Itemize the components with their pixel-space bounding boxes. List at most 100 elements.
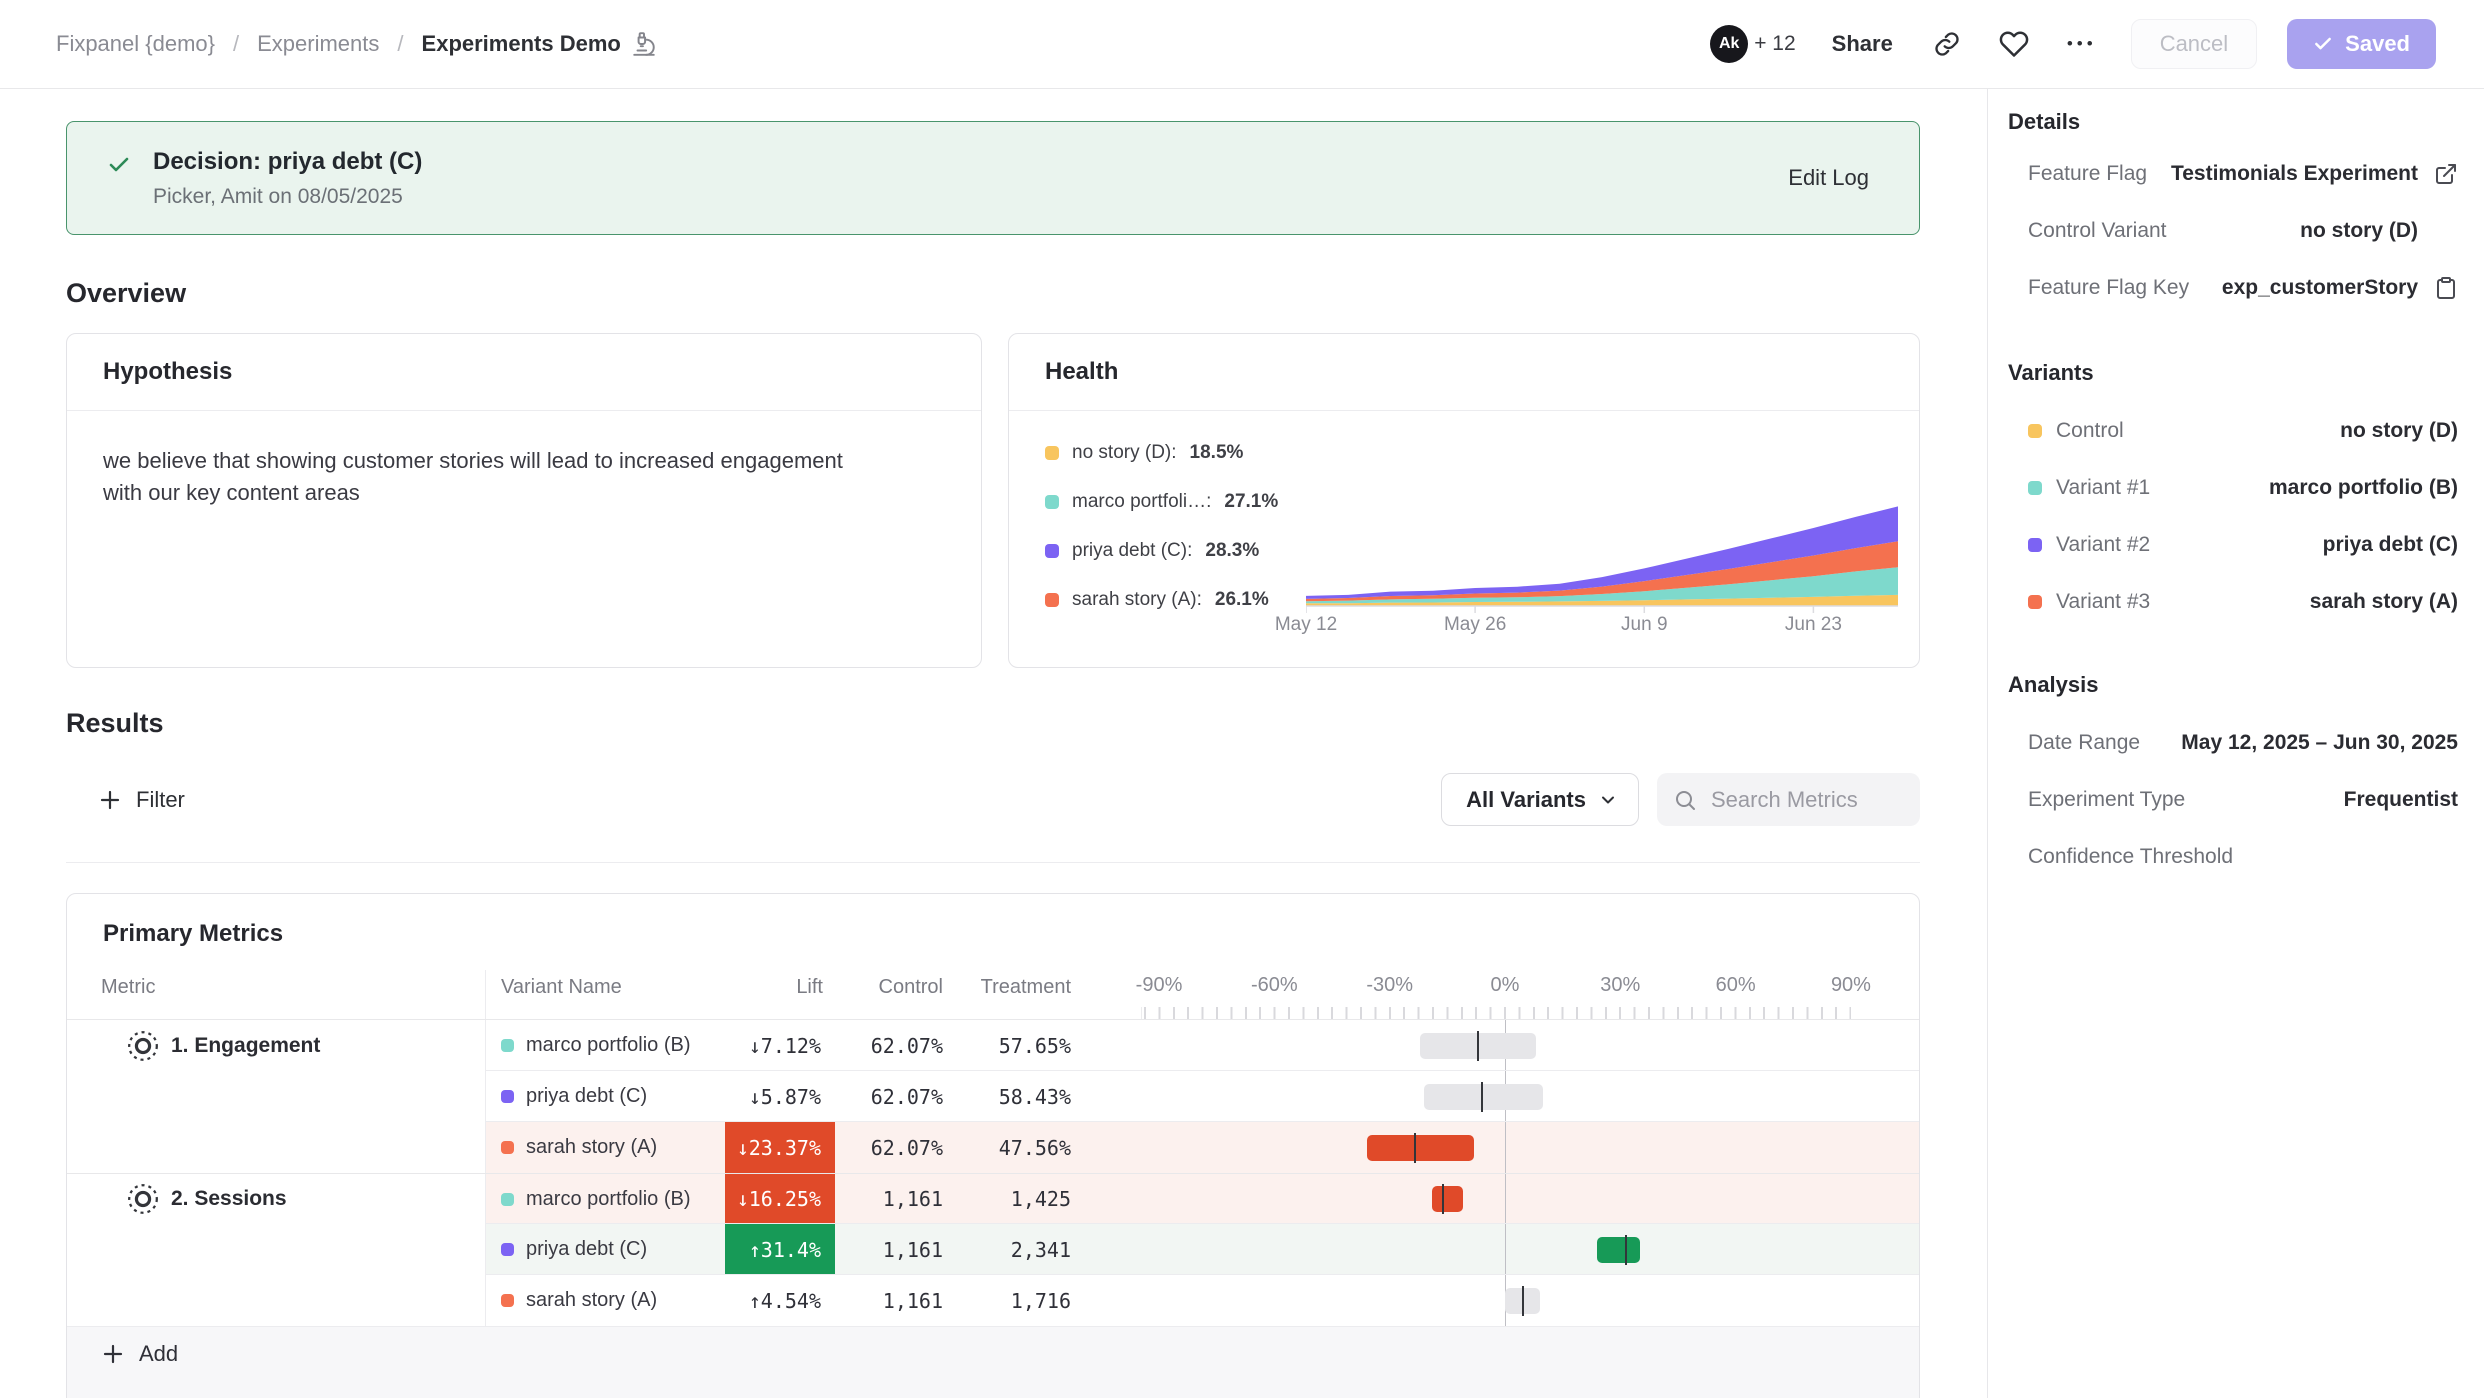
spacer [1083, 1122, 1141, 1173]
results-divider [66, 862, 1920, 863]
metric-table-row[interactable]: 2. Sessionsmarco portfolio (B)↓16.25%1,1… [67, 1173, 1919, 1224]
variant-label: Variant #1 [2028, 476, 2150, 500]
variant-swatch [2028, 595, 2042, 609]
metric-table-row[interactable]: 1. Engagementmarco portfolio (B)↓7.12%62… [67, 1020, 1919, 1071]
ci-mean-marker [1414, 1133, 1416, 1163]
confidence-interval-cell [1141, 1071, 1903, 1122]
ci-range-bar [1432, 1186, 1463, 1212]
ci-axis-label: -90% [1136, 974, 1183, 997]
spacer [1903, 1174, 1919, 1224]
variant-cell: priya debt (C) [485, 1224, 725, 1275]
legend-label: sarah story (A): [1072, 589, 1202, 611]
variant-name: marco portfolio (B) [526, 1034, 691, 1057]
variant-swatch [501, 1294, 514, 1307]
variant-name: sarah story (A) [526, 1289, 657, 1312]
breadcrumb-item-2[interactable]: Experiments [257, 31, 379, 57]
analysis-label: Date Range [2028, 731, 2140, 755]
variant-label: Variant #2 [2028, 533, 2150, 557]
zero-percent-line [1505, 1224, 1506, 1275]
variant-swatch [2028, 424, 2042, 438]
ci-axis-label: 0% [1491, 974, 1520, 997]
metric-cell [67, 1224, 485, 1275]
confidence-interval-cell [1141, 1174, 1903, 1224]
detail-value: no story (D) [2300, 219, 2418, 243]
saved-label: Saved [2345, 31, 2410, 57]
saved-button[interactable]: Saved [2287, 19, 2436, 69]
metric-table-row[interactable]: priya debt (C)↑31.4%1,1612,341 [67, 1224, 1919, 1275]
plus-icon [101, 1342, 125, 1366]
add-metric-strip: Add [67, 1326, 1919, 1398]
variant-swatch [2028, 538, 2042, 552]
details-sidebar: Details Feature FlagTestimonials Experim… [1987, 89, 2484, 1398]
legend-value: 27.1% [1224, 491, 1278, 513]
share-button[interactable]: Share [1826, 30, 1899, 58]
variant-cell: sarah story (A) [485, 1122, 725, 1173]
variant-swatch [501, 1141, 514, 1154]
copy-icon[interactable] [2418, 276, 2458, 300]
metrics-table-body: 1. Engagementmarco portfolio (B)↓7.12%62… [67, 1020, 1919, 1326]
more-options-button[interactable]: ••• [2063, 30, 2101, 58]
spacer [1903, 1020, 1919, 1071]
metric-name: 1. Engagement [171, 1034, 320, 1058]
variant-name: sarah story (A) [526, 1136, 657, 1159]
confidence-interval-cell [1141, 1122, 1903, 1173]
ci-axis: -90%-60%-30%0%30%60%90% [1141, 970, 1903, 1019]
col-variant-name: Variant Name [485, 970, 725, 1019]
search-metrics-input[interactable] [1709, 786, 1904, 814]
search-metrics-box[interactable] [1657, 773, 1920, 826]
cancel-button[interactable]: Cancel [2131, 19, 2257, 69]
ci-mean-marker [1477, 1031, 1479, 1061]
lift-value: ↓23.37% [725, 1122, 835, 1173]
treatment-value: 1,425 [955, 1174, 1083, 1224]
breadcrumb-item-1[interactable]: Fixpanel {demo} [56, 31, 215, 57]
spacer [1903, 1224, 1919, 1275]
primary-metrics-card: Primary Metrics Metric Variant Name Lift… [66, 893, 1920, 1398]
col-metric: Metric [67, 970, 485, 1019]
variant-cell: marco portfolio (B) [485, 1020, 725, 1071]
ci-mean-marker [1442, 1184, 1444, 1214]
detail-label: Feature Flag Key [2028, 276, 2189, 300]
add-filter-button[interactable]: Filter [92, 786, 191, 814]
add-metric-button[interactable]: Add [101, 1341, 178, 1367]
main-content: Decision: priya debt (C) Picker, Amit on… [0, 89, 1987, 1398]
column-divider [485, 1020, 486, 1071]
legend-value: 18.5% [1190, 442, 1244, 464]
favorite-button[interactable] [1995, 25, 2033, 63]
ci-mean-marker [1481, 1082, 1483, 1112]
chevron-down-icon [1598, 790, 1618, 810]
control-value: 1,161 [835, 1224, 955, 1275]
spacer [1083, 1020, 1141, 1071]
metric-table-row[interactable]: sarah story (A)↑4.54%1,1611,716 [67, 1275, 1919, 1326]
health-legend: no story (D): 18.5%marco portfoli…: 27.1… [1045, 442, 1278, 611]
target-icon [125, 1181, 161, 1217]
spacer [1083, 1174, 1141, 1224]
ci-axis-label: -60% [1251, 974, 1298, 997]
ci-range-bar [1597, 1237, 1639, 1263]
decision-title: Decision: priya debt (C) [153, 148, 1788, 176]
external-link-icon[interactable] [2418, 162, 2458, 186]
collaborators[interactable]: Ak + 12 [1710, 25, 1795, 63]
variants-filter-dropdown[interactable]: All Variants [1441, 773, 1639, 826]
metric-table-row[interactable]: sarah story (A)↓23.37%62.07%47.56% [67, 1122, 1919, 1173]
topbar-actions: Ak + 12 Share ••• Cancel Saved [1710, 19, 2436, 69]
legend-swatch [1045, 495, 1059, 509]
col-treatment: Treatment [955, 970, 1083, 1019]
metric-table-row[interactable]: priya debt (C)↓5.87%62.07%58.43% [67, 1071, 1919, 1122]
breadcrumb-separator: / [233, 31, 239, 57]
metric-cell [67, 1122, 485, 1173]
variant-label: Control [2028, 419, 2124, 443]
avatar[interactable]: Ak [1710, 25, 1748, 63]
analysis-label: Confidence Threshold [2028, 845, 2233, 869]
metric-name: 2. Sessions [171, 1187, 287, 1211]
detail-value[interactable]: exp_customerStory [2222, 276, 2418, 300]
hypothesis-title: Hypothesis [103, 358, 232, 386]
legend-swatch [1045, 544, 1059, 558]
ci-axis-label: 90% [1831, 974, 1871, 997]
decision-check-icon [107, 153, 131, 177]
detail-value[interactable]: Testimonials Experiment [2171, 162, 2418, 186]
health-legend-item: no story (D): 18.5% [1045, 442, 1278, 464]
treatment-value: 2,341 [955, 1224, 1083, 1275]
edit-log-button[interactable]: Edit Log [1788, 165, 1869, 191]
analysis-row: Confidence Threshold [2008, 828, 2458, 885]
copy-link-button[interactable] [1929, 26, 1965, 62]
